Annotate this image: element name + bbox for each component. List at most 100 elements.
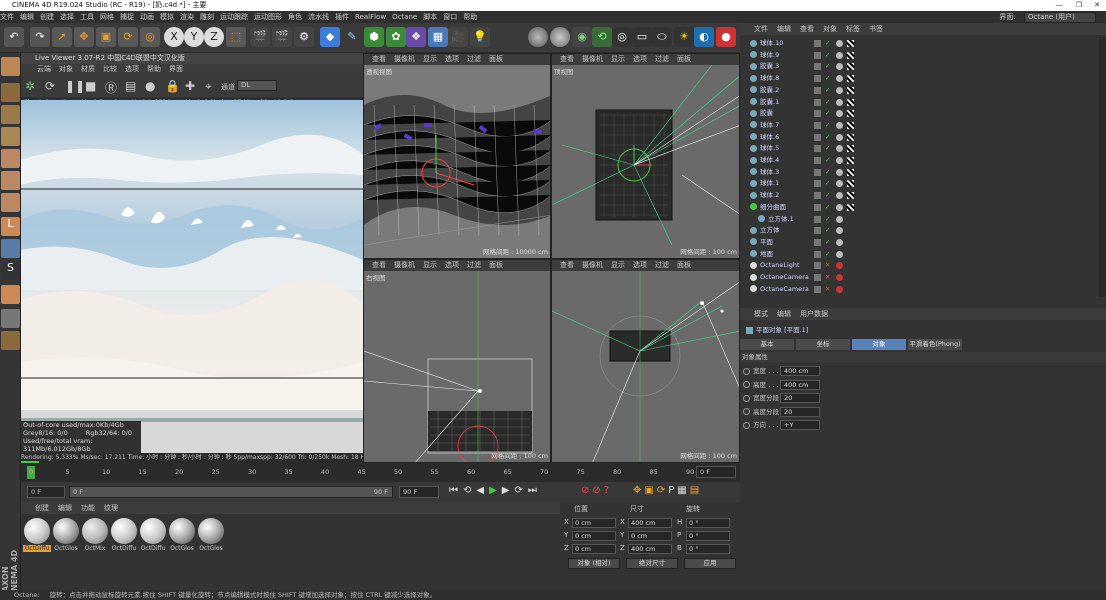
polygons-mode-icon[interactable]	[1, 193, 20, 212]
material-swatch[interactable]	[53, 518, 79, 544]
material-tag-icon[interactable]	[836, 133, 843, 141]
menu-item[interactable]: 模拟	[160, 13, 174, 21]
scale-key-icon[interactable]: ▣	[644, 485, 656, 496]
octane-target-icon[interactable]: ◎	[612, 27, 632, 47]
octane-object-icon[interactable]: ◉	[572, 27, 592, 47]
visibility-toggle[interactable]	[814, 75, 821, 83]
enabled-check-icon[interactable]: ✓	[825, 214, 832, 223]
material-swatch[interactable]	[198, 518, 224, 544]
texture-tag-icon[interactable]	[847, 145, 854, 153]
material-tag-icon[interactable]	[836, 63, 843, 71]
rotate-icon[interactable]: ⟳	[118, 27, 138, 47]
octane-glossy-icon[interactable]	[550, 27, 570, 47]
select-arrow-icon[interactable]: ➚	[52, 27, 72, 47]
live-viewer-menu-item[interactable]: 帮助	[147, 65, 161, 73]
edges-mode-icon[interactable]	[1, 171, 20, 190]
object-row[interactable]: 球体.7 ✓	[740, 120, 1106, 132]
tweak-mode-icon[interactable]	[1, 239, 20, 258]
menu-item[interactable]: 流水线	[308, 13, 329, 21]
autokey-icon[interactable]: ⊘	[592, 485, 603, 496]
texture-tag-icon[interactable]	[847, 110, 854, 118]
object-row[interactable]: 球体.1 ✓	[740, 178, 1106, 190]
minimize-button[interactable]: —	[1050, 0, 1068, 11]
material-tag-icon[interactable]	[836, 203, 843, 211]
octane-refresh-icon[interactable]: ⟲	[592, 27, 612, 47]
restart-render-icon[interactable]: ⟳	[45, 79, 59, 93]
viewport-right[interactable]: 查看 摄像机 显示 选项 过滤 面板 右视图 网格间距 : 100 cm	[363, 259, 551, 463]
cloner-icon[interactable]: ✿	[386, 27, 406, 47]
gear-icon[interactable]: ✲	[25, 79, 39, 93]
visibility-toggle[interactable]	[814, 203, 821, 211]
x-axis-icon[interactable]: X	[164, 27, 184, 47]
play-icon[interactable]: ▶	[489, 485, 502, 496]
floor-icon[interactable]: ▦	[428, 27, 448, 47]
keyframe-selection-icon[interactable]: ?	[604, 485, 612, 496]
viewport-top[interactable]: 查看 摄像机 显示 选项 过滤 面板 顶视图 网格间距 : 100 cm	[551, 53, 740, 259]
visibility-toggle[interactable]	[814, 227, 821, 235]
visibility-toggle[interactable]	[814, 215, 821, 223]
octane-sun-icon[interactable]: ☀	[674, 27, 694, 47]
menu-item[interactable]: 帮助	[463, 13, 477, 21]
close-button[interactable]: ✕	[1088, 0, 1106, 11]
menu-item[interactable]: RealFlow	[355, 13, 386, 21]
menu-item[interactable]: Octane	[392, 13, 417, 21]
enabled-check-icon[interactable]: ✓	[825, 237, 832, 246]
rotation-value-field[interactable]: 0 °	[686, 531, 730, 541]
texture-tag-icon[interactable]	[847, 121, 854, 129]
object-row[interactable]: 立方体 ✓	[740, 225, 1106, 237]
menu-item[interactable]: 工具	[80, 13, 94, 21]
material-tag-icon[interactable]	[836, 262, 843, 270]
parameter-key-icon[interactable]: P	[668, 485, 677, 496]
texture-tag-icon[interactable]	[847, 168, 854, 176]
pause-icon[interactable]: ❚❚	[65, 79, 85, 93]
position-value-field[interactable]: 0 cm	[572, 518, 616, 528]
pin-icon[interactable]: ⌖	[205, 79, 219, 93]
texture-tag-icon[interactable]	[847, 86, 854, 94]
object-row[interactable]: OctaneLight ✕	[740, 260, 1106, 272]
visibility-toggle[interactable]	[814, 274, 821, 281]
object-list-scrollbar[interactable]	[1099, 37, 1106, 297]
material-tag-icon[interactable]	[836, 168, 843, 176]
object-row[interactable]: 球体.8 ✓	[740, 73, 1106, 85]
locked-workplane-icon[interactable]	[1, 331, 20, 350]
stop-icon[interactable]: ■	[85, 79, 99, 93]
object-row[interactable]: 球体.10 ✓	[740, 38, 1106, 50]
enabled-check-icon[interactable]: ✓	[825, 190, 832, 199]
viewport-front[interactable]: 查看 摄像机 显示 选项 过滤 面板 网格间距 : 100 cm	[551, 259, 740, 463]
workplane-mode-icon[interactable]	[1, 127, 20, 146]
object-row[interactable]: 胶囊.2 ✓	[740, 85, 1106, 97]
visibility-toggle[interactable]	[814, 86, 821, 94]
tab-basic[interactable]: 基本	[740, 339, 794, 350]
texture-tag-icon[interactable]	[847, 180, 854, 188]
menu-item[interactable]: 角色	[288, 13, 302, 21]
object-row[interactable]: 球体.2 ✓	[740, 190, 1106, 202]
live-viewer-menu-item[interactable]: 比较	[103, 65, 117, 73]
texture-tag-icon[interactable]	[847, 51, 854, 59]
visibility-toggle[interactable]	[814, 157, 821, 164]
enabled-check-icon[interactable]: ✓	[825, 120, 832, 129]
visibility-toggle[interactable]	[814, 40, 821, 47]
axis-mode-icon[interactable]: L	[1, 217, 20, 236]
material-tag-icon[interactable]	[836, 40, 843, 47]
visibility-toggle[interactable]	[814, 51, 821, 59]
object-row[interactable]: 球体.4 ✓	[740, 155, 1106, 167]
visibility-toggle[interactable]	[814, 133, 821, 141]
region-render-icon[interactable]: Ⓡ	[105, 79, 119, 95]
visibility-toggle[interactable]	[814, 168, 821, 176]
material-tag-icon[interactable]	[836, 86, 843, 94]
material-tag-icon[interactable]	[836, 98, 843, 106]
snap-icon[interactable]: S	[1, 261, 20, 280]
position-key-icon[interactable]: ✥	[633, 485, 644, 496]
attribute-value-field[interactable]: 400 cm	[780, 366, 820, 376]
tab-coordinates[interactable]: 坐标	[796, 339, 850, 350]
apply-button[interactable]: 应用	[684, 558, 736, 569]
recent-tool-icon[interactable]: ◎	[140, 27, 160, 47]
record-icon[interactable]: ⊘	[581, 485, 592, 496]
camera-icon[interactable]: 🎥	[448, 27, 468, 47]
texture-tag-icon[interactable]	[847, 203, 854, 211]
position-value-field[interactable]: 0 cm	[572, 544, 616, 554]
layout-dropdown[interactable]: Octane (用户)	[1024, 12, 1096, 23]
texture-tag-icon[interactable]	[847, 40, 854, 47]
visibility-toggle[interactable]	[814, 63, 821, 71]
current-frame-field[interactable]: 0 F	[696, 466, 736, 478]
